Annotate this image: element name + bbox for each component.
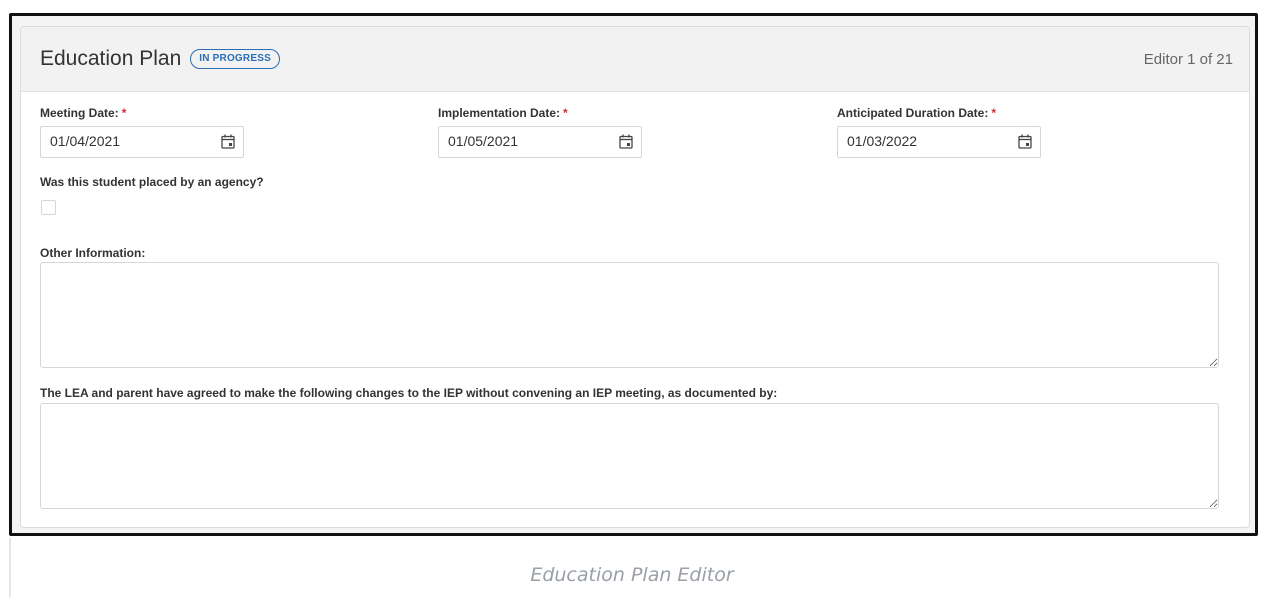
anticipated-duration-date-input[interactable]	[847, 133, 1007, 149]
card-header: Education Plan IN PROGRESS Editor 1 of 2…	[21, 27, 1249, 92]
editor-frame: Education Plan IN PROGRESS Editor 1 of 2…	[9, 13, 1258, 536]
required-marker: *	[563, 106, 568, 120]
calendar-icon[interactable]	[619, 134, 633, 149]
anticipated-duration-date-label: Anticipated Duration Date: *	[837, 106, 996, 120]
implementation-date-field[interactable]	[438, 126, 642, 158]
changes-documented-textarea[interactable]	[40, 403, 1219, 509]
required-marker: *	[991, 106, 997, 120]
placed-by-agency-checkbox[interactable]	[41, 200, 56, 215]
editor-count: Editor 1 of 21	[1143, 50, 1233, 68]
anticipated-duration-date-field[interactable]	[837, 126, 1041, 158]
calendar-icon[interactable]	[1018, 134, 1032, 149]
anticipated-duration-date-label-text: Anticipated Duration Date:	[837, 106, 989, 120]
changes-documented-label: The LEA and parent have agreed to make t…	[40, 386, 778, 400]
meeting-date-label: Meeting Date: *	[40, 106, 126, 120]
meeting-date-label-text: Meeting Date:	[40, 106, 119, 120]
figure-caption: Education Plan Editor	[530, 564, 734, 586]
implementation-date-label: Implementation Date: *	[438, 106, 568, 120]
implementation-date-input[interactable]	[448, 133, 608, 149]
page-title: Education Plan	[40, 47, 182, 70]
placed-by-agency-label: Was this student placed by an agency?	[40, 175, 264, 189]
meeting-date-field[interactable]	[40, 126, 244, 158]
calendar-icon[interactable]	[221, 134, 235, 149]
implementation-date-label-text: Implementation Date:	[438, 106, 561, 120]
required-marker: *	[121, 106, 127, 120]
other-information-label: Other Information:	[40, 246, 146, 260]
status-badge: IN PROGRESS	[190, 49, 280, 69]
meeting-date-input[interactable]	[50, 133, 210, 149]
other-information-textarea[interactable]	[40, 262, 1219, 368]
education-plan-card: Education Plan IN PROGRESS Editor 1 of 2…	[20, 26, 1250, 528]
